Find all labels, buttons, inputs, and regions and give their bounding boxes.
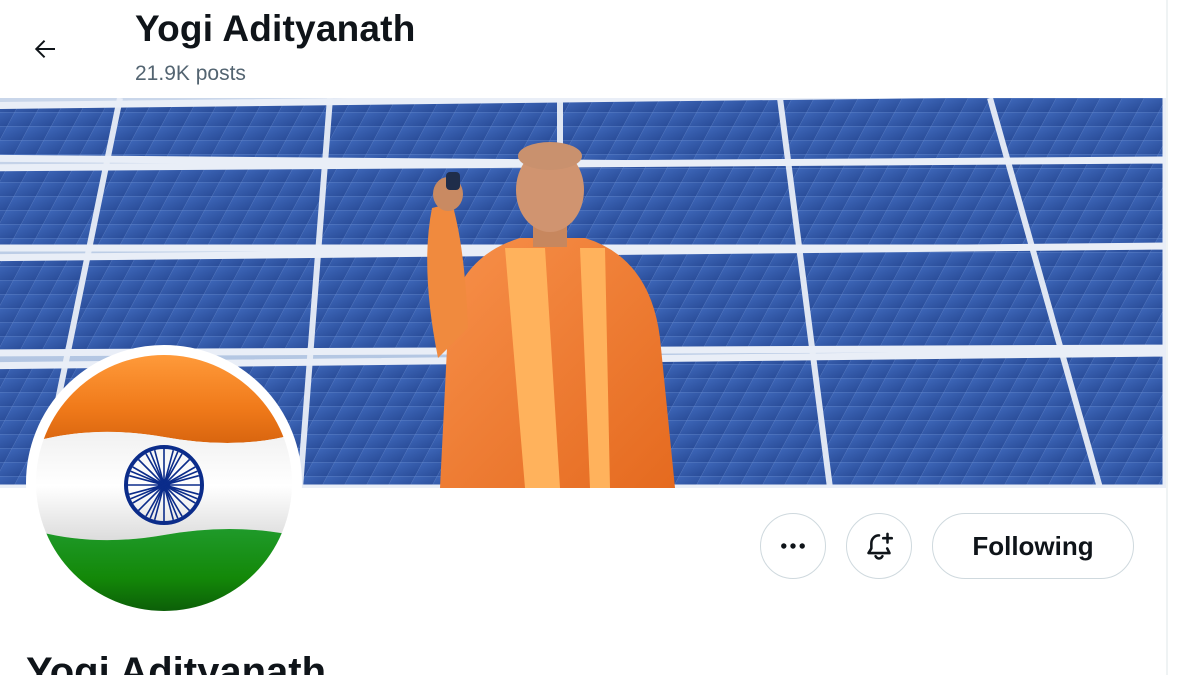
indian-flag-image <box>36 355 292 611</box>
profile-header: Yogi Adityanath 21.9K posts <box>0 0 1166 98</box>
posts-count: 21.9K posts <box>135 62 246 85</box>
profile-avatar[interactable] <box>26 345 302 621</box>
profile-page: Yogi Adityanath 21.9K posts Following Yo… <box>0 0 1200 675</box>
column-divider <box>1166 0 1168 675</box>
ashoka-chakra <box>124 445 204 525</box>
more-options-button[interactable] <box>760 513 826 579</box>
arrow-left-icon <box>34 40 55 58</box>
notifications-button[interactable] <box>846 513 912 579</box>
profile-display-name: Yogi Adityanath <box>26 650 326 675</box>
header-title: Yogi Adityanath <box>135 8 416 49</box>
following-button[interactable]: Following <box>932 513 1134 579</box>
bell-plus-icon <box>867 532 894 560</box>
back-button[interactable] <box>22 26 68 72</box>
more-horizontal-icon <box>781 543 805 549</box>
